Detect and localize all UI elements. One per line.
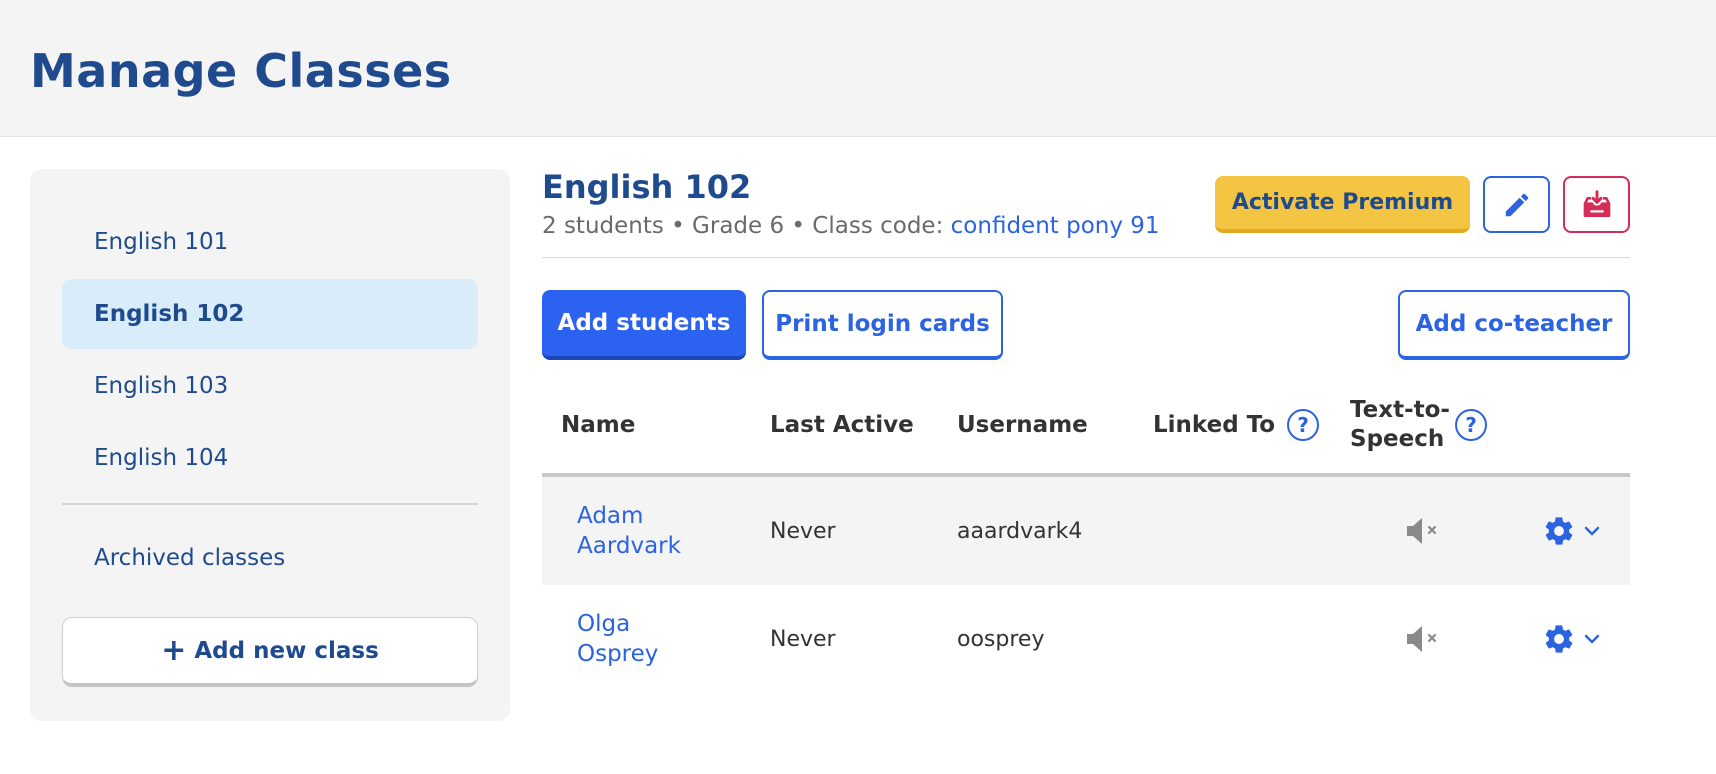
sidebar-item-english-101[interactable]: English 101 [62,207,478,277]
column-header-linked-to: Linked To ? [1153,395,1320,455]
chevron-down-icon [1584,526,1600,536]
sidebar-item-label: English 104 [94,445,229,471]
sidebar-item-label: English 103 [94,373,229,399]
speaker-muted-icon [1407,518,1437,544]
sidebar-item-english-102[interactable]: English 102 [62,279,478,349]
sidebar-item-label: English 102 [94,301,245,327]
username-cell: aaardvark4 [957,518,1083,544]
plus-icon: + [161,632,187,668]
tts-toggle[interactable] [1404,585,1444,693]
student-settings-menu[interactable] [1542,585,1612,693]
sidebar-item-label: Archived classes [94,545,286,571]
archive-class-button[interactable] [1563,176,1630,233]
add-new-class-label: Add new class [194,637,379,664]
class-code[interactable]: confident pony 91 [951,213,1160,239]
student-settings-menu[interactable] [1542,477,1612,585]
activate-premium-button[interactable]: Activate Premium [1215,176,1470,233]
column-header-username[interactable]: Username [957,395,1088,455]
chevron-down-icon [1584,634,1600,644]
sidebar-item-english-104[interactable]: English 104 [62,423,478,493]
add-students-button[interactable]: Add students [542,290,746,360]
table-row: Adam Aardvark Never aaardvark4 [542,477,1630,585]
username-cell: oosprey [957,626,1045,652]
page-header: Manage Classes [0,0,1716,137]
edit-class-button[interactable] [1483,176,1550,233]
help-icon[interactable]: ? [1287,409,1320,441]
sidebar-divider [62,503,478,505]
gear-icon [1545,625,1573,653]
student-name-link[interactable]: Adam Aardvark [577,477,727,585]
archive-download-icon [1583,189,1610,217]
help-icon[interactable]: ? [1455,409,1487,441]
student-first-name: Adam [577,503,644,529]
class-meta: 2 students • Grade 6 • Class code: confi… [542,213,1160,239]
last-active-cell: Never [770,518,836,544]
column-header-name[interactable]: Name [561,395,635,455]
column-header-label: Name [561,412,636,438]
student-name-link[interactable]: Olga Osprey [577,585,727,693]
column-header-last-active[interactable]: Last Active [770,395,914,455]
table-row: Olga Osprey Never oosprey [542,585,1630,693]
speaker-muted-icon [1407,626,1437,652]
class-sidebar: English 101 English 102 English 103 Engl… [30,169,510,721]
student-first-name: Olga [577,611,631,637]
student-last-name: Aardvark [577,533,681,559]
column-header-label: Linked To [1153,412,1276,438]
print-login-cards-button[interactable]: Print login cards [762,290,1003,360]
column-header-label: Last Active [770,412,914,438]
class-title: English 102 [542,168,752,206]
pencil-icon [1505,193,1528,216]
add-new-class-button[interactable]: + Add new class [62,617,478,687]
page-title: Manage Classes [30,44,452,98]
student-last-name: Osprey [577,641,659,667]
tts-toggle[interactable] [1404,477,1444,585]
sidebar-item-english-103[interactable]: English 103 [62,351,478,421]
column-header-label: Text-to-Speech [1350,397,1450,452]
header-divider [542,257,1630,258]
add-co-teacher-button[interactable]: Add co-teacher [1398,290,1630,360]
column-header-text-to-speech: Text-to-Speech ? [1350,395,1487,455]
sidebar-item-label: English 101 [94,229,229,255]
last-active-cell: Never [770,626,836,652]
column-header-label: Username [957,412,1088,438]
class-meta-text: 2 students • Grade 6 • Class code: [542,213,951,239]
sidebar-item-archived-classes[interactable]: Archived classes [62,523,478,593]
gear-icon [1545,517,1573,545]
